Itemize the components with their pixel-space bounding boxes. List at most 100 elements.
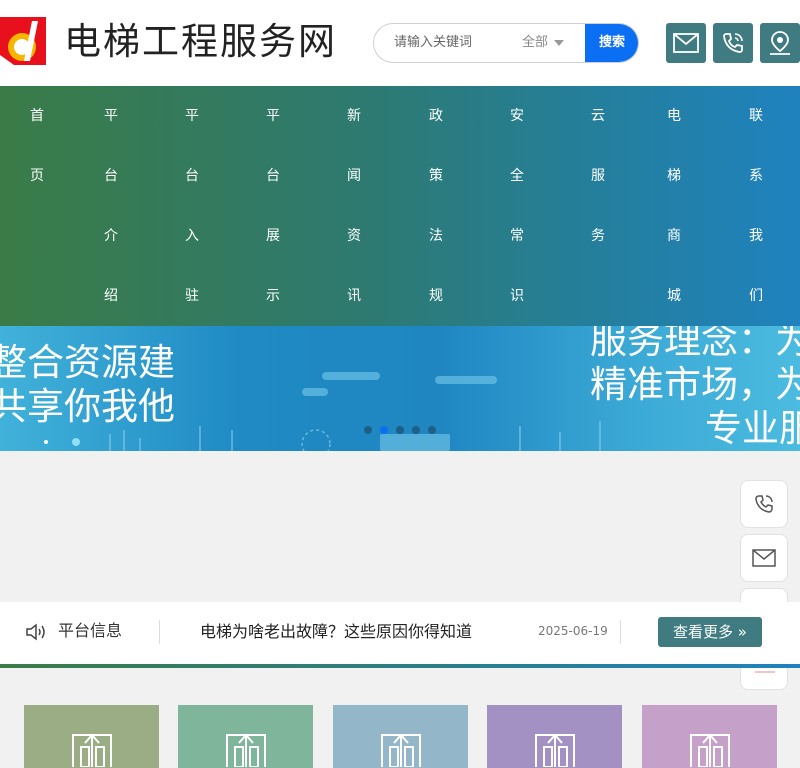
phone-button[interactable] [713,23,753,63]
service-card[interactable] [487,705,622,768]
hero-banner[interactable]: 整合资源建 共享你我他 服务理念：为 精准市场，为 专业服 [0,326,800,451]
nav-item-9[interactable]: 联系我们 [736,86,776,326]
location-icon [770,31,790,55]
nav-item-4[interactable]: 新闻资讯 [334,86,374,326]
site-header: 电梯工程服务网 全部 搜索 [0,0,800,86]
nav-item-char: 系 [749,168,763,184]
nav-item-char: 全 [510,168,524,184]
speaker-icon [26,623,45,641]
nav-item-char: 策 [429,168,443,184]
notice-bar: 平台信息 电梯为啥老出故障？这些原因你得知道 2025-06-19 查看更多 » [0,602,800,668]
elevator-icon [690,733,730,767]
nav-item-char: 页 [30,168,44,184]
nav-item-char: 驻 [185,288,199,304]
elevator-icon [72,733,112,767]
location-button[interactable] [760,23,800,63]
nav-item-char: 政 [429,108,443,124]
nav-item-char: 展 [266,228,280,244]
mail-icon [673,33,699,53]
nav-item-char: 我 [749,228,763,244]
service-card[interactable] [178,705,313,768]
nav-item-char: 识 [510,288,524,304]
nav-item-char: 平 [104,108,118,124]
banner-right-line-1: 服务理念：为 [590,326,800,362]
nav-item-char: 闻 [347,168,361,184]
nav-item-char: 台 [266,168,280,184]
nav-item-3[interactable]: 平台展示 [253,86,293,326]
nav-item-1[interactable]: 平台介绍 [91,86,131,326]
nav-item-char: 务 [591,228,605,244]
service-card[interactable] [642,705,777,768]
divider [620,620,621,644]
nav-item-char: 新 [347,108,361,124]
nav-item-char: 资 [347,228,361,244]
nav-item-char: 云 [591,108,605,124]
nav-item-5[interactable]: 政策法规 [416,86,456,326]
nav-item-char: 讯 [347,288,361,304]
search-scope-value: 全部 [522,35,549,50]
banner-right-line-3: 专业服 [705,407,800,450]
chevron-down-icon [554,39,565,46]
nav-item-char: 常 [510,228,524,244]
slider-dot[interactable] [364,426,372,434]
nav-item-char: 首 [30,108,44,124]
search-bar: 全部 搜索 [373,23,639,63]
nav-item-char: 服 [591,168,605,184]
nav-item-char: 联 [749,108,763,124]
search-scope-select[interactable]: 全部 [522,24,565,62]
elevator-icon [535,733,575,767]
phone-icon [723,33,743,53]
site-title: 电梯工程服务网 [64,20,337,63]
nav-item-char: 台 [185,168,199,184]
float-mail-button[interactable] [740,534,788,582]
elevator-icon [226,733,266,767]
nav-item-7[interactable]: 云服务 [578,86,618,326]
slider-dot[interactable] [412,426,420,434]
slider-dot[interactable] [380,426,388,434]
notice-headline-link[interactable]: 电梯为啥老出故障？这些原因你得知道 [200,602,472,662]
nav-item-char: 平 [266,108,280,124]
panel-accent [755,671,775,673]
service-card[interactable] [24,705,159,768]
nav-item-char: 介 [104,228,118,244]
nav-item-char: 台 [104,168,118,184]
nav-item-char: 电 [667,108,681,124]
nav-item-char: 规 [429,288,443,304]
main-nav: 首页平台介绍平台入驻平台展示新闻资讯政策法规安全常识云服务电梯商城联系我们 [0,86,800,326]
nav-item-char: 示 [266,288,280,304]
view-more-label: 查看更多 [673,623,734,641]
banner-left-line-2: 共享你我他 [0,385,175,428]
slider-dot[interactable] [428,426,436,434]
double-chevron-right-icon: » [737,623,747,641]
search-input[interactable] [394,24,510,62]
view-more-button[interactable]: 查看更多 » [658,617,762,647]
logo-d-icon[interactable] [0,17,46,65]
notice-date: 2025-06-19 [538,624,608,638]
nav-item-char: 们 [749,288,763,304]
nav-item-char: 绍 [104,288,118,304]
divider [159,620,160,644]
banner-left-line-1: 整合资源建 [0,341,175,384]
elevator-icon [381,733,421,767]
nav-item-char: 梯 [667,168,681,184]
nav-item-char: 城 [667,288,681,304]
banner-right-line-2: 精准市场，为 [590,363,800,406]
slider-dot[interactable] [396,426,404,434]
service-card[interactable] [333,705,468,768]
mail-icon [752,549,776,567]
nav-item-char: 入 [185,228,199,244]
nav-item-char: 商 [667,228,681,244]
nav-item-8[interactable]: 电梯商城 [654,86,694,326]
float-phone-button[interactable] [740,480,788,528]
mail-button[interactable] [666,23,706,63]
phone-icon [755,495,773,513]
nav-item-2[interactable]: 平台入驻 [172,86,212,326]
nav-item-char: 平 [185,108,199,124]
nav-item-0[interactable]: 首页 [17,86,57,326]
nav-item-char: 法 [429,228,443,244]
search-button[interactable]: 搜索 [585,24,638,62]
slider-dots [364,426,436,434]
notice-label: 平台信息 [58,621,123,640]
nav-item-6[interactable]: 安全常识 [497,86,537,326]
nav-item-char: 安 [510,108,524,124]
